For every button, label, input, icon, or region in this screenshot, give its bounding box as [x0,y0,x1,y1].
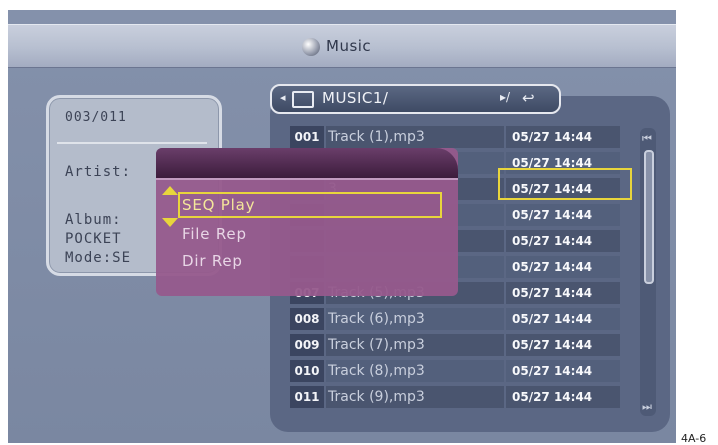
folder-path: MUSIC1/ [322,89,389,107]
folder-icon [292,91,314,108]
figure-reference: 4A-6 [681,432,707,445]
track-date: 05/27 14:44 [506,230,620,252]
arrow-down-icon [162,218,178,227]
forward-arrow-icon[interactable]: ▸/ [500,90,510,104]
track-name: Track (6),mp3 [326,308,504,330]
track-date: 05/27 14:44 [506,256,620,278]
track-number: 009 [290,334,324,356]
track-date: 05/27 14:44 [506,386,620,408]
music-screen: Music 003/011 Artist: Album: POCKET Mode… [8,10,676,443]
option-file-rep[interactable]: File Rep [182,225,247,243]
track-number: 010 [290,360,324,382]
arrow-up-icon [162,186,178,195]
track-name: Track (9),mp3 [326,386,504,408]
title-bar: Music [8,24,676,68]
track-name: Track (1),mp3 [326,126,504,148]
folder-path-bar: ◂ MUSIC1/ ▸/ ↩ [270,84,561,114]
option-seq-play[interactable]: SEQ Play [182,196,255,214]
selected-row-highlight [498,168,632,200]
popup-header [156,148,458,180]
track-date: 05/27 14:44 [506,334,620,356]
track-date: 05/27 14:44 [506,308,620,330]
scrollbar-thumb[interactable] [644,150,654,284]
album-value: POCKET [65,231,122,247]
track-date: 05/27 14:44 [506,282,620,304]
track-name: Track (7),mp3 [326,334,504,356]
track-number: 008 [290,308,324,330]
info-divider [57,142,207,144]
track-date: 05/27 14:44 [506,204,620,226]
track-counter: 003/011 [65,110,127,125]
track-name: Track (8),mp3 [326,360,504,382]
artist-label: Artist: [65,164,132,180]
back-arrow-icon[interactable]: ◂ [280,91,286,104]
track-date: 05/27 14:44 [506,126,620,148]
skip-previous-icon[interactable]: ⏮ [642,132,652,146]
enter-icon[interactable]: ↩ [522,89,535,107]
album-label: Album: [65,212,122,228]
screen-title: Music [326,37,372,55]
mode-label: Mode:SE [65,250,132,266]
option-dir-rep[interactable]: Dir Rep [182,252,243,270]
music-disc-icon [302,38,320,56]
track-number: 011 [290,386,324,408]
track-date: 05/27 14:44 [506,360,620,382]
play-mode-popup: SEQ Play File Rep Dir Rep [156,148,458,296]
track-number: 001 [290,126,324,148]
scrollbar-track[interactable]: ⏮ ⏭ [640,128,656,416]
skip-next-icon[interactable]: ⏭ [642,400,652,414]
